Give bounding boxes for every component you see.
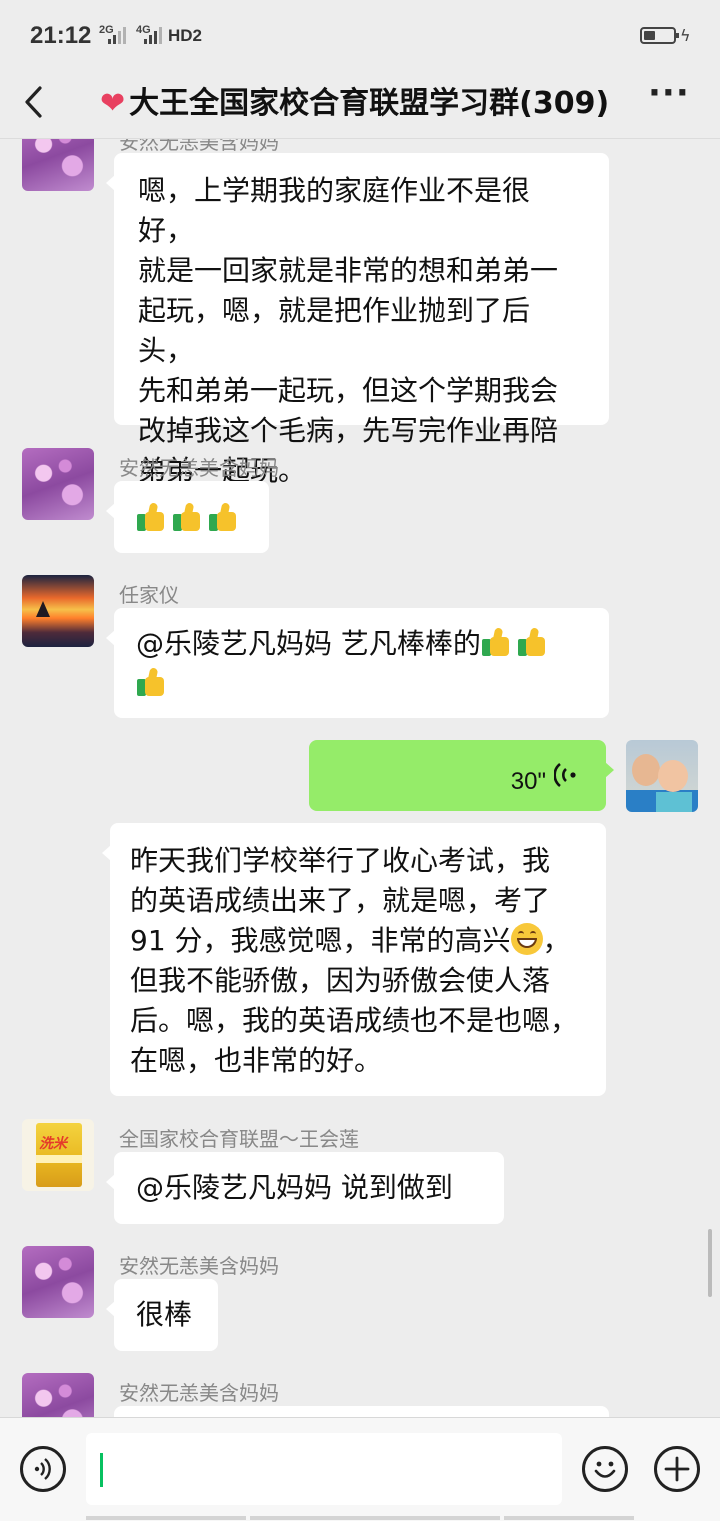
voice-message-bubble[interactable]: 30": [309, 740, 614, 811]
plus-icon: [664, 1456, 690, 1482]
sender-name: 安然无恙美含妈妈: [119, 1254, 279, 1278]
message-bubble[interactable]: @乐陵艺凡妈妈 艺凡棒棒的: [106, 608, 609, 718]
nav-indicator: [504, 1516, 634, 1520]
thumbs-up-icon: [208, 502, 238, 532]
message-line: 但我不能骄傲，因为骄傲会使人落: [130, 964, 551, 997]
sender-name: 全国家校合育联盟～王会莲: [119, 1127, 359, 1151]
nav-indicator: [250, 1516, 500, 1520]
message-bubble[interactable]: @乐陵艺凡妈妈 说到做到: [106, 1152, 504, 1224]
message-bubble[interactable]: 嗯，上学期我的家庭作业不是很好， 就是一回家就是非常的想和弟弟一 起玩，嗯，就是…: [106, 153, 609, 487]
message-bubble[interactable]: 很棒: [106, 1279, 218, 1351]
back-button[interactable]: [20, 78, 60, 128]
message-line: 起玩，嗯，就是把作业抛到了后头，: [138, 294, 531, 367]
message-list[interactable]: 安然无恙美含妈妈 嗯，上学期我的家庭作业不是很好， 就是一回家就是非常的想和弟弟…: [0, 139, 720, 1417]
message-line: 就是一回家就是非常的想和弟弟一: [138, 254, 559, 287]
add-button[interactable]: [654, 1446, 700, 1492]
grin-emoji-icon: [510, 923, 543, 955]
more-dots-icon: ···: [648, 73, 690, 113]
voice-input-button[interactable]: [20, 1446, 66, 1492]
signal-icon: [144, 26, 162, 44]
avatar[interactable]: [22, 1246, 94, 1318]
chat-header: ❤ 大王全国家校合育联盟学习群(309) ···: [0, 72, 720, 139]
message-line: 昨天我们学校举行了收心考试，我: [130, 844, 551, 877]
hd-voice-label: HD2: [168, 26, 203, 45]
message-line: 嗯，上学期我的家庭作业不是很好，: [138, 174, 531, 247]
charging-icon: ϟ: [680, 26, 691, 45]
message-bubble[interactable]: 昨天我们学校举行了收心考试，我 的英语成绩出来了，就是嗯，考了 91 分，我感觉…: [102, 823, 606, 1096]
message-line: 的英语成绩出来了，就是嗯，考了: [130, 884, 551, 917]
message-text: @乐陵艺凡妈妈 艺凡棒棒的: [136, 627, 481, 660]
input-bar: [0, 1417, 720, 1521]
avatar[interactable]: [22, 1373, 94, 1417]
status-time: 21:12: [30, 22, 92, 49]
thumbs-up-icon: [136, 502, 166, 532]
message-line: 改掉我这个毛病，先写完作业再陪: [138, 414, 559, 447]
avatar-self[interactable]: [626, 740, 698, 812]
emoji-button[interactable]: [582, 1446, 628, 1492]
text-caret: [100, 1453, 103, 1487]
heart-icon: ❤: [100, 86, 126, 118]
thumbs-up-icon: [481, 627, 511, 657]
avatar[interactable]: [22, 575, 94, 647]
scrollbar[interactable]: [708, 1229, 712, 1297]
message-bubble[interactable]: [106, 481, 269, 553]
thumbs-up-icon: [172, 502, 202, 532]
signal-icon: [108, 26, 126, 44]
message-line: 后。嗯，我的英语成绩也不是也嗯，: [130, 1004, 579, 1037]
more-button[interactable]: ···: [648, 76, 692, 118]
message-line: 91 分，我感觉嗯，非常的高兴，: [130, 923, 571, 957]
voice-duration: 30": [510, 768, 546, 795]
thumbs-up-icon: [136, 667, 166, 697]
avatar[interactable]: 洗米: [22, 1119, 94, 1191]
sender-name: 安然无恙美含妈妈: [119, 456, 279, 480]
chevron-left-icon: [25, 86, 42, 118]
message-text: 很棒: [136, 1298, 193, 1331]
message-bubble[interactable]: [114, 1406, 609, 1417]
avatar[interactable]: [22, 139, 94, 191]
avatar[interactable]: [22, 448, 94, 520]
message-line: 在嗯，也非常的好。: [130, 1044, 383, 1077]
sender-name: 任家仪: [119, 583, 179, 607]
battery-icon: [640, 27, 679, 44]
emoji-icon: [594, 1461, 616, 1478]
sender-name: 安然无恙美含妈妈: [119, 1381, 279, 1405]
message-input[interactable]: [86, 1433, 562, 1505]
message-line: 先和弟弟一起玩，但这个学期我会: [138, 374, 559, 407]
message-text: @乐陵艺凡妈妈 说到做到: [136, 1171, 453, 1204]
avatar-brand-text: 洗米: [39, 1136, 67, 1152]
nav-indicator: [86, 1516, 246, 1520]
thumbs-up-icon: [517, 627, 547, 657]
voice-input-icon: [34, 1458, 51, 1480]
status-bar: 21:12 2G 4G HD2 ϟ: [0, 0, 720, 72]
chat-title: ❤ 大王全国家校合育联盟学习群(309): [100, 78, 620, 118]
voice-playback-icon: [554, 762, 576, 788]
